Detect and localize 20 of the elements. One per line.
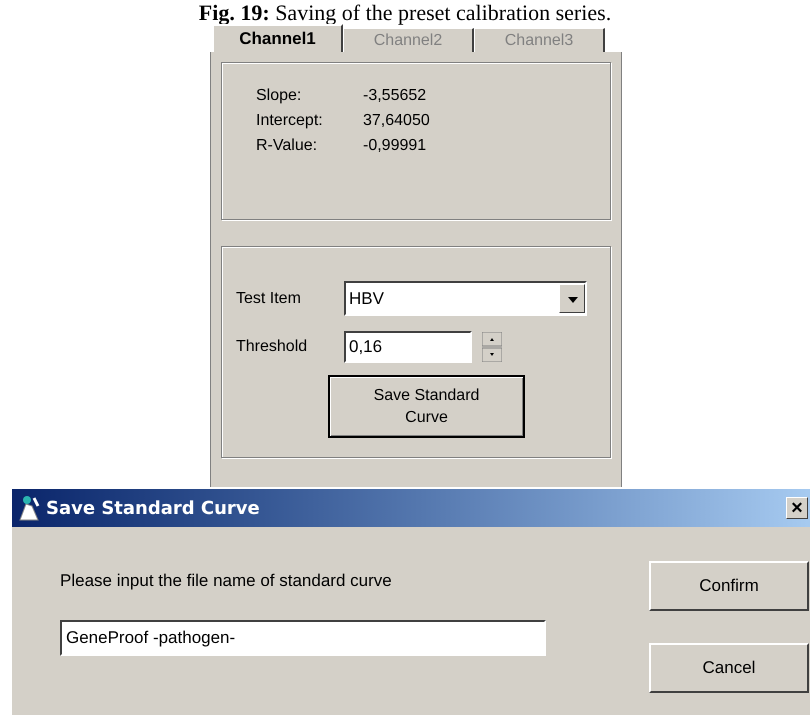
save-standard-curve-button[interactable]: Save Standard Curve	[328, 375, 525, 438]
result-label: R-Value:	[256, 136, 318, 156]
result-label: Intercept:	[256, 111, 324, 131]
figure-caption: Fig. 19: Saving of the preset calibration series.	[198, 0, 612, 26]
spinner-icon[interactable]	[482, 332, 502, 362]
threshold-input[interactable]: 0,16	[344, 331, 472, 363]
prompt-text: Please input the file name of standard curve	[60, 570, 393, 592]
result-value: -0,99991	[363, 136, 428, 156]
result-label: Slope:	[256, 86, 302, 106]
file-name-input[interactable]: GeneProof -pathogen-	[60, 620, 546, 656]
result-value: 37,64050	[363, 111, 431, 131]
result-value: -3,55652	[363, 86, 428, 106]
test-item-dropdown[interactable]: HBV	[344, 281, 587, 316]
dialog-button[interactable]: Cancel	[649, 643, 809, 693]
dialog-button[interactable]: Confirm	[649, 561, 809, 611]
dialog-title: Save Standard Curve	[46, 496, 261, 520]
close-button[interactable]: ×	[786, 497, 808, 519]
threshold-label: Threshold	[236, 337, 308, 357]
channel-tab[interactable]: Channel1	[212, 24, 343, 52]
test-item-label: Test Item	[236, 288, 302, 308]
